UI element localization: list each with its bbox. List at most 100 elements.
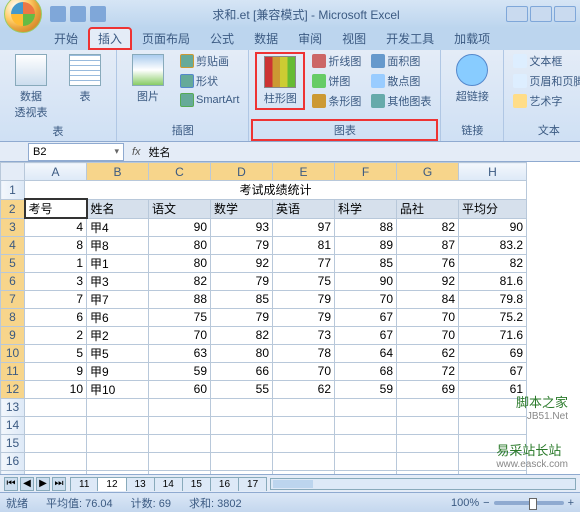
- data-cell[interactable]: 93: [211, 218, 273, 236]
- data-cell[interactable]: 甲4: [87, 218, 149, 236]
- data-cell[interactable]: 甲3: [87, 272, 149, 290]
- data-cell[interactable]: 80: [211, 344, 273, 362]
- undo-icon[interactable]: [70, 6, 86, 22]
- data-cell[interactable]: 88: [335, 218, 397, 236]
- col-header-A[interactable]: A: [25, 163, 87, 181]
- empty-cell[interactable]: [335, 398, 397, 416]
- data-cell[interactable]: 甲6: [87, 308, 149, 326]
- sheet-tab-15[interactable]: 15: [182, 477, 211, 491]
- data-cell[interactable]: 68: [335, 362, 397, 380]
- row-header-17[interactable]: 17: [1, 470, 25, 474]
- select-all-corner[interactable]: [1, 163, 25, 181]
- data-cell[interactable]: 67: [335, 308, 397, 326]
- name-box[interactable]: B2: [28, 143, 124, 161]
- data-cell[interactable]: 79: [273, 308, 335, 326]
- data-cell[interactable]: 59: [149, 362, 211, 380]
- empty-cell[interactable]: [149, 434, 211, 452]
- empty-cell[interactable]: [397, 416, 459, 434]
- zoom-slider[interactable]: [494, 501, 564, 505]
- tab-formulas[interactable]: 公式: [200, 27, 244, 50]
- header-cell[interactable]: 科学: [335, 199, 397, 218]
- table-button[interactable]: 表: [60, 52, 110, 106]
- data-cell[interactable]: 79.8: [459, 290, 527, 308]
- data-cell[interactable]: 3: [25, 272, 87, 290]
- data-cell[interactable]: 75.2: [459, 308, 527, 326]
- data-cell[interactable]: 70: [397, 308, 459, 326]
- wordart-button[interactable]: 艺术字: [510, 92, 580, 110]
- zoom-out-button[interactable]: −: [483, 497, 489, 509]
- data-cell[interactable]: 甲10: [87, 380, 149, 398]
- empty-cell[interactable]: [273, 452, 335, 470]
- data-cell[interactable]: 69: [397, 380, 459, 398]
- data-cell[interactable]: 7: [25, 290, 87, 308]
- row-header-6[interactable]: 6: [1, 272, 25, 290]
- data-cell[interactable]: 92: [211, 254, 273, 272]
- data-cell[interactable]: 70: [149, 326, 211, 344]
- col-header-D[interactable]: D: [211, 163, 273, 181]
- header-cell[interactable]: 考号: [25, 199, 87, 218]
- data-cell[interactable]: 甲1: [87, 254, 149, 272]
- empty-cell[interactable]: [335, 416, 397, 434]
- row-header-3[interactable]: 3: [1, 218, 25, 236]
- col-header-C[interactable]: C: [149, 163, 211, 181]
- data-cell[interactable]: 75: [273, 272, 335, 290]
- data-cell[interactable]: 8: [25, 236, 87, 254]
- empty-cell[interactable]: [87, 416, 149, 434]
- col-header-B[interactable]: B: [87, 163, 149, 181]
- empty-cell[interactable]: [273, 470, 335, 474]
- save-icon[interactable]: [50, 6, 66, 22]
- col-header-H[interactable]: H: [459, 163, 527, 181]
- data-cell[interactable]: 89: [335, 236, 397, 254]
- empty-cell[interactable]: [149, 398, 211, 416]
- row-header-15[interactable]: 15: [1, 434, 25, 452]
- line-chart-button[interactable]: 折线图: [309, 52, 364, 70]
- sheet-tab-14[interactable]: 14: [154, 477, 183, 491]
- empty-cell[interactable]: [87, 452, 149, 470]
- data-cell[interactable]: 76: [397, 254, 459, 272]
- redo-icon[interactable]: [90, 6, 106, 22]
- data-cell[interactable]: 83.2: [459, 236, 527, 254]
- clipart-button[interactable]: 剪贴画: [177, 52, 242, 70]
- row-header-4[interactable]: 4: [1, 236, 25, 254]
- tab-dev[interactable]: 开发工具: [376, 27, 444, 50]
- data-cell[interactable]: 84: [397, 290, 459, 308]
- empty-cell[interactable]: [273, 398, 335, 416]
- tab-home[interactable]: 开始: [44, 27, 88, 50]
- data-cell[interactable]: 82: [397, 218, 459, 236]
- header-cell[interactable]: 品社: [397, 199, 459, 218]
- empty-cell[interactable]: [149, 452, 211, 470]
- row-header-1[interactable]: 1: [1, 181, 25, 200]
- data-cell[interactable]: 甲5: [87, 344, 149, 362]
- maximize-button[interactable]: [530, 6, 552, 22]
- empty-cell[interactable]: [273, 416, 335, 434]
- data-cell[interactable]: 79: [211, 308, 273, 326]
- title-cell[interactable]: 考试成绩统计: [25, 181, 527, 200]
- empty-cell[interactable]: [397, 470, 459, 474]
- data-cell[interactable]: 63: [149, 344, 211, 362]
- row-header-13[interactable]: 13: [1, 398, 25, 416]
- data-cell[interactable]: 81: [273, 236, 335, 254]
- data-cell[interactable]: 64: [335, 344, 397, 362]
- data-cell[interactable]: 62: [273, 380, 335, 398]
- empty-cell[interactable]: [335, 434, 397, 452]
- header-cell[interactable]: 平均分: [459, 199, 527, 218]
- header-cell[interactable]: 语文: [149, 199, 211, 218]
- tab-insert[interactable]: 插入: [88, 27, 132, 50]
- col-header-F[interactable]: F: [335, 163, 397, 181]
- empty-cell[interactable]: [397, 398, 459, 416]
- row-header-11[interactable]: 11: [1, 362, 25, 380]
- row-header-7[interactable]: 7: [1, 290, 25, 308]
- data-cell[interactable]: 61: [459, 380, 527, 398]
- sheet-tab-12[interactable]: 12: [97, 477, 126, 491]
- sheet-tab-16[interactable]: 16: [210, 477, 239, 491]
- row-header-14[interactable]: 14: [1, 416, 25, 434]
- empty-cell[interactable]: [459, 434, 527, 452]
- empty-cell[interactable]: [25, 452, 87, 470]
- scatter-chart-button[interactable]: 散点图: [368, 72, 434, 90]
- row-header-9[interactable]: 9: [1, 326, 25, 344]
- close-button[interactable]: [554, 6, 576, 22]
- fx-icon[interactable]: fx: [132, 146, 141, 158]
- data-cell[interactable]: 2: [25, 326, 87, 344]
- data-cell[interactable]: 82: [211, 326, 273, 344]
- data-cell[interactable]: 71.6: [459, 326, 527, 344]
